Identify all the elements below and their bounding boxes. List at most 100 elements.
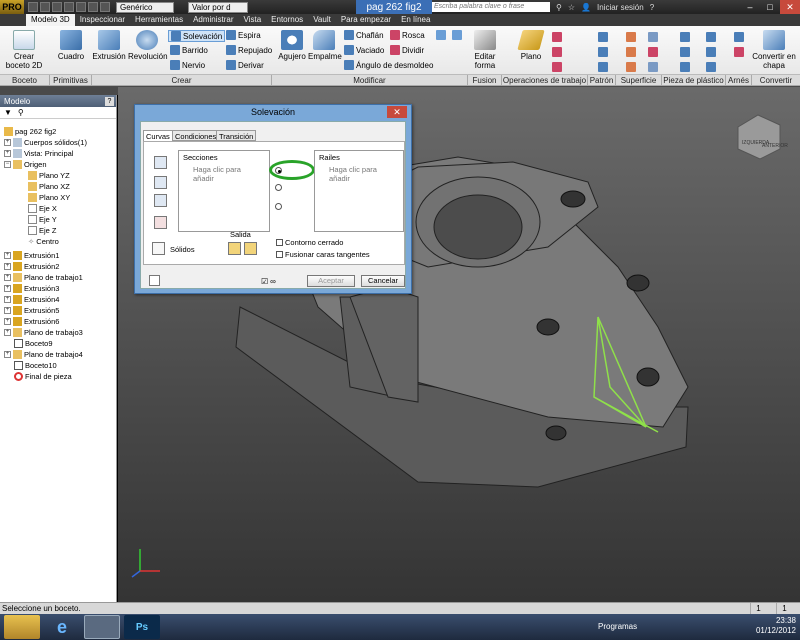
tab-transicion[interactable]: Transición: [216, 130, 257, 141]
checkbox-box[interactable]: [276, 251, 283, 258]
expand-icon[interactable]: +: [4, 139, 11, 146]
ie-icon[interactable]: e: [44, 615, 80, 639]
crear-boceto-button[interactable]: Crear boceto 2D: [4, 30, 44, 70]
explorer-icon[interactable]: [4, 615, 40, 639]
help-icon[interactable]: ?: [650, 3, 654, 12]
tree-item-origen[interactable]: − Origen: [4, 159, 47, 170]
tab-herramientas[interactable]: Herramientas: [130, 14, 188, 26]
secciones-list[interactable]: Secciones Haga clic para añadir: [178, 150, 270, 232]
repujado-button[interactable]: Repujado: [226, 45, 272, 55]
cancelar-button[interactable]: Cancelar: [361, 275, 405, 287]
tree-item-plano1[interactable]: + Plano de trabajo1: [4, 272, 83, 283]
extend-icon[interactable]: [648, 62, 658, 72]
tree-item-extrusion6[interactable]: + Extrusión6: [4, 316, 59, 327]
tree-item-eje-y[interactable]: Eje Y: [28, 214, 57, 225]
solids-select-icon[interactable]: [152, 242, 165, 255]
close-icon[interactable]: ✕: [780, 0, 800, 14]
aceptar-button[interactable]: Aceptar: [307, 275, 355, 287]
material-combo[interactable]: Genérico: [116, 1, 174, 13]
expand-icon[interactable]: +: [4, 318, 11, 325]
expand-icon[interactable]: +: [4, 296, 11, 303]
tree-item-extrusion1[interactable]: + Extrusión1: [4, 250, 59, 261]
tree-item-boceto9[interactable]: Boceto9: [14, 338, 53, 349]
undo-icon[interactable]: [64, 2, 74, 12]
tree-item-extrusion5[interactable]: + Extrusión5: [4, 305, 59, 316]
panel-plastico[interactable]: Pieza de plástico: [662, 75, 726, 86]
empalme-button[interactable]: Empalme: [308, 30, 342, 61]
tree-item-plano-yz[interactable]: Plano YZ: [28, 170, 70, 181]
viewcube-front-label[interactable]: ANTERIOR: [762, 143, 788, 149]
checkmark-icon[interactable]: ☑: [261, 277, 268, 286]
copy-object-icon[interactable]: [452, 30, 462, 40]
circ-pattern-icon[interactable]: [598, 47, 608, 57]
photoshop-icon[interactable]: Ps: [124, 615, 160, 639]
output-surface-icon[interactable]: [244, 242, 257, 255]
collapse-icon[interactable]: −: [4, 161, 11, 168]
minimize-icon[interactable]: –: [740, 0, 760, 14]
expand-icon[interactable]: +: [4, 252, 11, 259]
area-loft-radio[interactable]: [275, 203, 282, 210]
signin-link[interactable]: Iniciar sesión: [597, 3, 644, 12]
fusionar-checkbox[interactable]: Fusionar caras tangentes: [276, 250, 370, 259]
nervio-button[interactable]: Nervio: [170, 60, 205, 70]
redo-icon[interactable]: [76, 2, 86, 12]
angulo-button[interactable]: Ángulo de desmoldeo: [344, 60, 433, 70]
tree-item-vista[interactable]: + Vista: Principal: [4, 148, 73, 159]
ucs-icon[interactable]: [552, 62, 562, 72]
expand-icon[interactable]: +: [4, 351, 11, 358]
plano-button[interactable]: Plano: [514, 30, 548, 61]
panel-primitivas[interactable]: Primitivas: [50, 75, 92, 86]
tab-vault[interactable]: Vault: [308, 14, 336, 26]
vaciado-button[interactable]: Vaciado: [344, 45, 384, 55]
stitch-icon[interactable]: [626, 47, 636, 57]
rule-fillet-icon[interactable]: [706, 62, 716, 72]
star-icon[interactable]: ☆: [568, 3, 575, 12]
tree-item-plano3[interactable]: + Plano de trabajo3: [4, 327, 83, 338]
rosca-button[interactable]: Rosca: [390, 30, 425, 40]
patch-icon[interactable]: [648, 32, 658, 42]
panel-operaciones[interactable]: Operaciones de trabajo: [502, 75, 588, 86]
checkbox-box[interactable]: [276, 239, 283, 246]
tab-vista[interactable]: Vista: [239, 14, 267, 26]
tree-item-extrusion2[interactable]: + Extrusión2: [4, 261, 59, 272]
thicken-icon[interactable]: [626, 32, 636, 42]
editar-forma-button[interactable]: Editar forma: [468, 30, 502, 70]
axis-icon[interactable]: [552, 32, 562, 42]
search-input[interactable]: Escriba palabra clave o frase: [432, 2, 550, 12]
tree-item-extrusion3[interactable]: + Extrusión3: [4, 283, 59, 294]
sketch-select-icon[interactable]: [154, 156, 167, 169]
glasses-icon[interactable]: ∞: [270, 277, 276, 286]
solevacion-button[interactable]: Solevación: [168, 30, 226, 42]
boss-icon[interactable]: [680, 47, 690, 57]
chaflan-button[interactable]: Chaflán: [344, 30, 384, 40]
grill-icon[interactable]: [680, 32, 690, 42]
tab-modelo-3d[interactable]: Modelo 3D: [26, 14, 75, 26]
tab-administrar[interactable]: Administrar: [188, 14, 238, 26]
expand-icon[interactable]: +: [4, 329, 11, 336]
tab-para-empezar[interactable]: Para empezar: [336, 14, 396, 26]
derivar-button[interactable]: Derivar: [226, 60, 264, 70]
tab-en-linea[interactable]: En línea: [396, 14, 435, 26]
tree-item-root[interactable]: pag 262 fig2: [4, 126, 56, 137]
expand-icon[interactable]: +: [4, 307, 11, 314]
maximize-icon[interactable]: □: [760, 0, 780, 14]
combine-icon[interactable]: [436, 30, 446, 40]
tree-item-final[interactable]: Final de pieza: [14, 371, 72, 382]
expand-icon[interactable]: +: [4, 263, 11, 270]
output-solid-icon[interactable]: [228, 242, 241, 255]
panel-fusion[interactable]: Fusion: [468, 75, 502, 86]
panel-patron[interactable]: Patrón: [588, 75, 616, 86]
app-logo[interactable]: PRO: [0, 0, 24, 14]
revolucion-button[interactable]: Revolución: [128, 30, 168, 61]
extrusion-button[interactable]: Extrusión: [92, 30, 126, 61]
tree-item-boceto10[interactable]: Boceto10: [14, 360, 57, 371]
new-icon[interactable]: [28, 2, 38, 12]
tree-item-plano-xz[interactable]: Plano XZ: [28, 181, 70, 192]
railes-list[interactable]: Railes Haga clic para añadir: [314, 150, 404, 232]
preview-toggle[interactable]: ☑ ∞: [261, 277, 276, 286]
tab-condiciones[interactable]: Condiciones: [172, 130, 220, 141]
agujero-button[interactable]: Agujero: [276, 30, 308, 61]
panel-boceto[interactable]: Boceto: [0, 75, 50, 86]
espira-button[interactable]: Espira: [226, 30, 261, 40]
trim-icon[interactable]: [648, 47, 658, 57]
